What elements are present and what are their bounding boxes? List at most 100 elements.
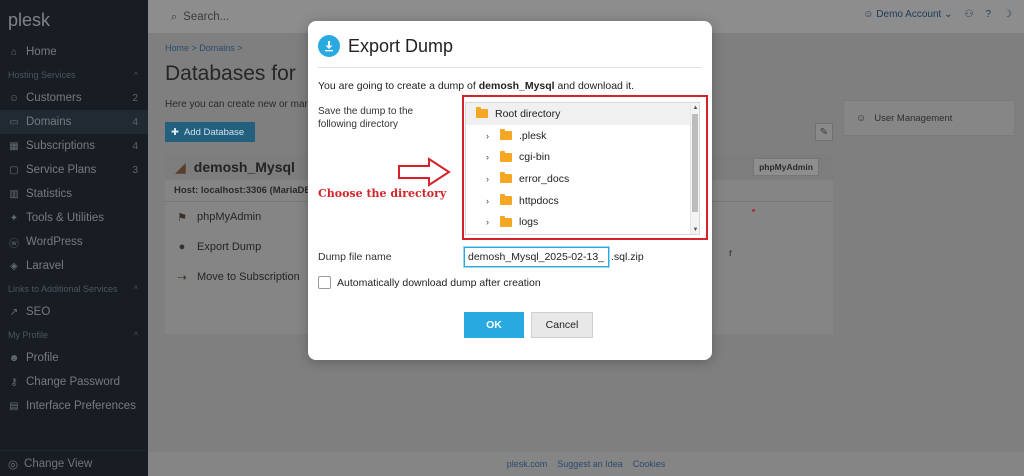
theme-toggle-icon[interactable]: ☽ xyxy=(1003,9,1012,20)
help-icon[interactable]: ? xyxy=(985,9,991,20)
folder-icon xyxy=(500,215,512,227)
sidebar-item-label: Statistics xyxy=(26,188,73,200)
scroll-down-arrow-icon[interactable]: ▼ xyxy=(691,225,699,234)
scrollbar-thumb[interactable] xyxy=(692,114,698,212)
phpmyadmin-button[interactable]: phpMyAdmin xyxy=(753,158,819,176)
message-prefix: You are going to create a dump of xyxy=(318,80,479,92)
tree-item-error-docs[interactable]: › error_docs xyxy=(466,168,699,190)
home-icon: ⌂ xyxy=(10,46,18,58)
dialog-title: Export Dump xyxy=(348,35,454,56)
sidebar-item-statistics[interactable]: ▥ Statistics xyxy=(0,182,148,206)
sidebar-item-subscriptions[interactable]: ▦ Subscriptions 4 xyxy=(0,134,148,158)
sidebar-item-interface-preferences[interactable]: ▤ Interface Preferences xyxy=(0,394,148,418)
sidebar-item-label: Change Password xyxy=(26,376,120,388)
filename-input[interactable] xyxy=(464,247,609,267)
sidebar-item-count: 3 xyxy=(132,164,138,176)
filename-label: Dump file name xyxy=(318,251,392,263)
prefs-icon: ▤ xyxy=(9,400,19,412)
add-database-button[interactable]: ✚ Add Database xyxy=(165,122,255,142)
page-footer: plesk.com Suggest an Idea Cookies xyxy=(148,452,1024,476)
sidebar-section-links[interactable]: Links to Additional Services ^ xyxy=(0,278,148,300)
sidebar-item-label: Tools & Utilities xyxy=(26,212,104,224)
sidebar-item-count: 4 xyxy=(132,140,138,152)
action-label: phpMyAdmin xyxy=(197,211,262,223)
sidebar-item-change-password[interactable]: ⚷ Change Password xyxy=(0,370,148,394)
sidebar-item-service-plans[interactable]: ▢ Service Plans 3 xyxy=(0,158,148,182)
sidebar-item-label: Subscriptions xyxy=(26,140,96,152)
red-dot-marker xyxy=(752,209,755,212)
sidebar-item-label: SEO xyxy=(26,306,51,318)
auto-download-label[interactable]: Automatically download dump after creati… xyxy=(337,277,541,289)
plans-icon: ▢ xyxy=(9,164,19,176)
sidebar-item-label: Profile xyxy=(26,352,59,364)
chevron-right-icon[interactable]: › xyxy=(486,196,496,206)
sidebar-item-customers[interactable]: ☺ Customers 2 xyxy=(0,86,148,110)
download-icon xyxy=(318,35,340,57)
user-icon: ☺ xyxy=(8,92,20,104)
sidebar-item-profile[interactable]: ☻ Profile xyxy=(0,346,148,370)
sidebar-section-profile[interactable]: My Profile ^ xyxy=(0,324,148,346)
directory-tree[interactable]: Root directory › .plesk › cgi-bin › erro… xyxy=(465,102,700,235)
chevron-right-icon[interactable]: › xyxy=(486,217,496,227)
user-management-link[interactable]: ☺ User Management xyxy=(843,100,1015,136)
grid-icon: ▦ xyxy=(9,140,19,152)
choose-directory-annotation: Choose the directory xyxy=(318,187,447,200)
footer-link-suggest[interactable]: Suggest an Idea xyxy=(557,459,623,469)
folder-icon xyxy=(500,129,512,141)
plus-icon: ✚ xyxy=(171,126,179,138)
auto-download-checkbox[interactable] xyxy=(318,276,331,289)
chevron-right-icon[interactable]: › xyxy=(486,174,496,184)
cancel-button[interactable]: Cancel xyxy=(531,312,593,338)
filename-suffix: .sql.zip xyxy=(611,251,644,263)
chevron-right-icon[interactable]: › xyxy=(486,131,496,141)
laravel-icon: ◈ xyxy=(10,260,18,272)
sidebar-item-tools[interactable]: ✦ Tools & Utilities xyxy=(0,206,148,230)
dialog-divider xyxy=(318,67,702,68)
ok-button[interactable]: OK xyxy=(464,312,524,338)
monitor-icon: ▭ xyxy=(9,116,19,128)
arrow-right-icon xyxy=(398,157,451,187)
database-name: demosh_Mysql xyxy=(193,159,295,175)
tree-root-item[interactable]: Root directory xyxy=(466,103,699,125)
tree-item-httpdocs[interactable]: › httpdocs xyxy=(466,190,699,212)
scroll-up-arrow-icon[interactable]: ▲ xyxy=(691,103,699,112)
chevron-up-icon: ^ xyxy=(133,284,138,294)
add-database-label: Add Database xyxy=(183,126,245,138)
sidebar-item-label: Domains xyxy=(26,116,72,128)
support-icon[interactable]: ⚇ xyxy=(965,9,974,20)
action-label: Export Dump xyxy=(197,241,262,253)
sidebar-section-hosting[interactable]: Hosting Services ^ xyxy=(0,64,148,86)
tree-item-cgi-bin[interactable]: › cgi-bin xyxy=(466,146,699,168)
sidebar-item-label: Laravel xyxy=(26,260,64,272)
sidebar-item-label: WordPress xyxy=(26,236,83,248)
change-view-button[interactable]: ◎ Change View xyxy=(0,450,148,476)
chevron-right-icon[interactable]: › xyxy=(486,152,496,162)
wrench-icon[interactable]: ✎ xyxy=(815,123,833,141)
truncated-text: r xyxy=(729,248,733,259)
export-dump-dialog: Export Dump You are going to create a du… xyxy=(308,21,712,360)
tools-icon: ✦ xyxy=(9,212,19,224)
sidebar-item-laravel[interactable]: ◈ Laravel xyxy=(0,254,148,278)
search-field[interactable]: ⌕ Search... xyxy=(165,6,315,28)
footer-link-cookies[interactable]: Cookies xyxy=(633,459,666,469)
chart-icon: ▥ xyxy=(9,188,19,200)
search-placeholder: Search... xyxy=(183,11,230,23)
folder-icon xyxy=(476,107,488,119)
sidebar-item-home[interactable]: ⌂ Home xyxy=(0,40,148,64)
sidebar-item-wordpress[interactable]: ⓦ WordPress xyxy=(0,230,148,254)
profile-icon: ☻ xyxy=(8,352,20,364)
tree-item-plesk[interactable]: › .plesk xyxy=(466,125,699,147)
tree-item-label: .plesk xyxy=(519,129,547,142)
folder-icon xyxy=(500,150,512,162)
sidebar-item-domains[interactable]: ▭ Domains 4 xyxy=(0,110,148,134)
footer-link-plesk[interactable]: plesk.com xyxy=(507,459,548,469)
sidebar-item-label: Interface Preferences xyxy=(26,400,136,412)
search-icon: ⌕ xyxy=(171,10,178,23)
breadcrumb[interactable]: Home > Domains > xyxy=(165,43,243,53)
sidebar-item-seo[interactable]: ↗ SEO xyxy=(0,300,148,324)
tree-item-logs[interactable]: › logs xyxy=(466,211,699,233)
directory-label: Save the dump to the following directory xyxy=(318,106,414,130)
account-menu[interactable]: ☺ Demo Account ⌄ xyxy=(863,9,952,20)
account-name: Demo Account xyxy=(876,9,942,20)
tree-scrollbar[interactable]: ▲ ▼ xyxy=(690,103,699,234)
